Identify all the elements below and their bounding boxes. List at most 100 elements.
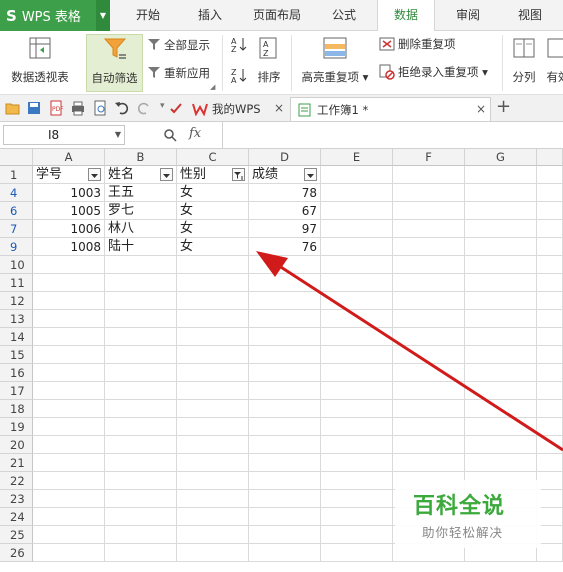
grid-cell[interactable] bbox=[105, 526, 177, 544]
undo-icon[interactable] bbox=[114, 100, 130, 116]
grid-cell[interactable] bbox=[249, 508, 321, 526]
grid-cell[interactable] bbox=[105, 418, 177, 436]
new-tab-button[interactable]: + bbox=[496, 96, 511, 117]
grid-cell[interactable] bbox=[321, 274, 393, 292]
grid-cell[interactable] bbox=[177, 292, 249, 310]
grid-cell[interactable] bbox=[33, 256, 105, 274]
grid-cell[interactable] bbox=[465, 346, 537, 364]
row-header[interactable]: 11 bbox=[0, 274, 33, 292]
grid-cell[interactable] bbox=[33, 346, 105, 364]
grid-cell[interactable] bbox=[465, 310, 537, 328]
grid-cell[interactable] bbox=[105, 508, 177, 526]
grid-cell[interactable] bbox=[465, 202, 537, 220]
remove-duplicates-button[interactable]: 删除重复项 bbox=[379, 35, 456, 53]
row-header[interactable]: 14 bbox=[0, 328, 33, 346]
highlight-duplicates-button[interactable]: 高亮重复项 ▾ bbox=[298, 36, 372, 85]
grid-cell[interactable] bbox=[321, 544, 393, 562]
grid-cell[interactable] bbox=[249, 436, 321, 454]
grid-cell[interactable] bbox=[33, 436, 105, 454]
grid-cell[interactable] bbox=[537, 544, 563, 562]
grid-cell[interactable] bbox=[537, 274, 563, 292]
grid-cell[interactable] bbox=[321, 382, 393, 400]
grid-cell[interactable] bbox=[537, 292, 563, 310]
column-header-g[interactable]: G bbox=[465, 149, 537, 166]
grid-cell[interactable] bbox=[393, 292, 465, 310]
row-header[interactable]: 6 bbox=[0, 202, 33, 220]
row-header[interactable]: 23 bbox=[0, 490, 33, 508]
grid-cell[interactable] bbox=[321, 328, 393, 346]
ribbon-group-launcher-icon[interactable]: ◢ bbox=[210, 83, 215, 91]
grid-cell[interactable] bbox=[321, 202, 393, 220]
grid-cell[interactable] bbox=[177, 256, 249, 274]
filter-dropdown-button[interactable] bbox=[160, 168, 173, 181]
grid-cell[interactable] bbox=[465, 238, 537, 256]
grid-cell[interactable] bbox=[177, 328, 249, 346]
grid-cell[interactable] bbox=[465, 400, 537, 418]
filter-dropdown-button[interactable] bbox=[88, 168, 101, 181]
grid-cell[interactable] bbox=[537, 454, 563, 472]
row-header[interactable]: 21 bbox=[0, 454, 33, 472]
split-column-button[interactable]: 分列 bbox=[507, 36, 541, 85]
grid-cell[interactable] bbox=[465, 364, 537, 382]
grid-cell[interactable] bbox=[177, 418, 249, 436]
grid-cell[interactable] bbox=[393, 346, 465, 364]
data-cell[interactable]: 1003 bbox=[33, 184, 105, 202]
grid-cell[interactable] bbox=[105, 328, 177, 346]
row-header[interactable]: 10 bbox=[0, 256, 33, 274]
grid-cell[interactable] bbox=[177, 346, 249, 364]
grid-cell[interactable] bbox=[537, 310, 563, 328]
grid-cell[interactable] bbox=[465, 418, 537, 436]
column-header-d[interactable]: D bbox=[249, 149, 321, 166]
grid-cell[interactable] bbox=[321, 490, 393, 508]
grid-cell[interactable] bbox=[249, 472, 321, 490]
column-header-c[interactable]: C bbox=[177, 149, 249, 166]
grid-cell[interactable] bbox=[33, 292, 105, 310]
grid-cell[interactable] bbox=[33, 490, 105, 508]
grid-cell[interactable] bbox=[393, 310, 465, 328]
data-cell[interactable]: 女 bbox=[177, 184, 249, 202]
grid-cell[interactable] bbox=[33, 508, 105, 526]
grid-cell[interactable] bbox=[33, 418, 105, 436]
grid-cell[interactable] bbox=[393, 256, 465, 274]
grid-cell[interactable] bbox=[249, 490, 321, 508]
grid-cell[interactable] bbox=[321, 364, 393, 382]
grid-cell[interactable] bbox=[321, 220, 393, 238]
grid-cell[interactable] bbox=[33, 310, 105, 328]
quick-access-dropdown-icon[interactable]: ▾ bbox=[160, 101, 165, 111]
sort-button[interactable]: AZ 排序 bbox=[254, 36, 284, 85]
grid-cell[interactable] bbox=[105, 364, 177, 382]
grid-cell[interactable] bbox=[33, 544, 105, 562]
grid-cell[interactable] bbox=[33, 328, 105, 346]
grid-cell[interactable] bbox=[465, 220, 537, 238]
row-header[interactable]: 26 bbox=[0, 544, 33, 562]
grid-cell[interactable] bbox=[393, 220, 465, 238]
grid-cell[interactable] bbox=[177, 472, 249, 490]
grid-cell[interactable] bbox=[249, 310, 321, 328]
data-cell[interactable]: 1005 bbox=[33, 202, 105, 220]
grid-cell[interactable] bbox=[393, 274, 465, 292]
grid-cell[interactable] bbox=[393, 238, 465, 256]
grid-cell[interactable] bbox=[537, 364, 563, 382]
reapply-button[interactable]: 重新应用 bbox=[147, 64, 210, 82]
column-header-h[interactable] bbox=[537, 149, 563, 166]
data-cell[interactable]: 女 bbox=[177, 238, 249, 256]
grid-cell[interactable] bbox=[249, 526, 321, 544]
grid-cell[interactable] bbox=[537, 166, 563, 184]
sort-descending-button[interactable]: ZA bbox=[231, 66, 250, 84]
tab-view[interactable]: 视图 bbox=[500, 0, 560, 31]
name-box[interactable]: I8 ▼ bbox=[3, 125, 125, 145]
print-preview-icon[interactable] bbox=[92, 100, 108, 116]
grid-cell[interactable] bbox=[33, 454, 105, 472]
column-header-f[interactable]: F bbox=[393, 149, 465, 166]
grid-cell[interactable] bbox=[105, 292, 177, 310]
row-header[interactable]: 25 bbox=[0, 526, 33, 544]
reject-duplicates-button[interactable]: 拒绝录入重复项 ▾ bbox=[379, 63, 488, 81]
sort-ascending-button[interactable]: AZ bbox=[231, 35, 250, 53]
grid-cell[interactable] bbox=[177, 436, 249, 454]
row-header[interactable]: 12 bbox=[0, 292, 33, 310]
grid-cell[interactable] bbox=[393, 202, 465, 220]
grid-cell[interactable] bbox=[249, 544, 321, 562]
column-header-b[interactable]: B bbox=[105, 149, 177, 166]
data-cell[interactable]: 76 bbox=[249, 238, 321, 256]
data-cell[interactable]: 78 bbox=[249, 184, 321, 202]
